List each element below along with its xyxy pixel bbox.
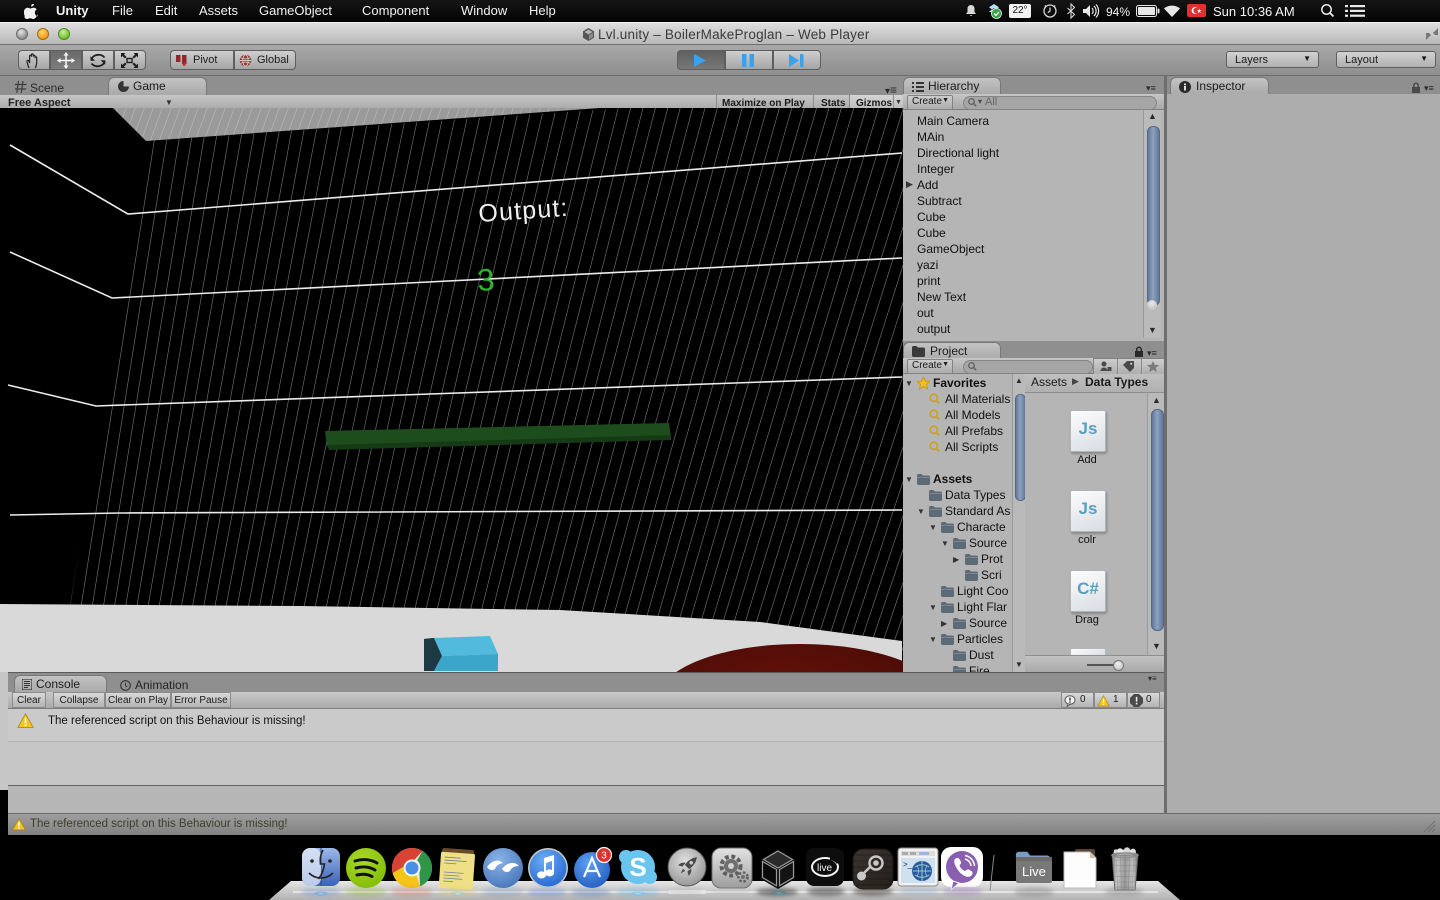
svg-text:S: S <box>629 852 646 882</box>
svg-text:Live: Live <box>1022 864 1046 879</box>
svg-text:3: 3 <box>476 262 496 298</box>
svg-text:3: 3 <box>601 851 607 862</box>
svg-text:live: live <box>817 863 832 874</box>
svg-text:>_: >_ <box>903 860 913 869</box>
